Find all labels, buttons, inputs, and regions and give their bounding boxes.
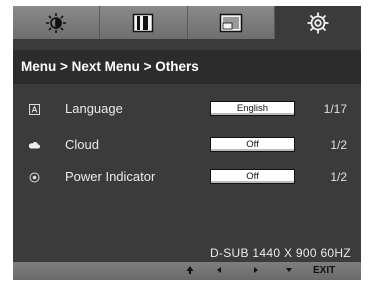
gear-icon: [307, 12, 329, 33]
breadcrumb: Menu > Next Menu > Others: [21, 59, 199, 74]
setting-value[interactable]: English: [210, 101, 295, 116]
setting-row-language[interactable]: Language English 1/17: [13, 99, 361, 121]
navigation-bar: EXIT: [13, 262, 361, 280]
setting-count: 1/17: [323, 102, 347, 116]
picture-icon: [133, 13, 154, 32]
tab-brightness[interactable]: [13, 6, 101, 39]
cloud-icon: [28, 139, 40, 151]
tab-setup[interactable]: [274, 6, 361, 39]
brightness-icon: [46, 12, 67, 33]
down-arrow-icon[interactable]: [282, 265, 296, 277]
setting-row-cloud[interactable]: Cloud Off 1/2: [13, 135, 361, 157]
setting-count: 1/2: [330, 170, 347, 184]
setting-label: Cloud: [65, 137, 99, 152]
resolution-status: D-SUB 1440 X 900 60HZ: [209, 246, 351, 260]
tab-function[interactable]: [187, 6, 275, 39]
left-arrow-icon[interactable]: [212, 265, 226, 277]
power-indicator-icon: [28, 171, 40, 183]
language-icon: [28, 103, 40, 115]
input-status: D-SUB 1440 X 900 60HZ: [13, 244, 361, 262]
setting-value[interactable]: Off: [210, 137, 295, 152]
right-arrow-icon[interactable]: [249, 265, 263, 277]
window-icon: [219, 13, 242, 32]
up-arrow-icon[interactable]: [183, 265, 197, 277]
setting-value[interactable]: Off: [210, 169, 295, 184]
setting-label: Power Indicator: [65, 169, 156, 184]
setting-count: 1/2: [330, 138, 347, 152]
exit-button[interactable]: EXIT: [313, 265, 335, 276]
tab-bar: [13, 6, 361, 39]
tab-picture[interactable]: [100, 6, 188, 39]
setting-label: Language: [65, 101, 123, 116]
menu-title-bar: Menu > Next Menu > Others: [13, 50, 361, 84]
setting-row-power-indicator[interactable]: Power Indicator Off 1/2: [13, 167, 361, 189]
osd-menu-panel: Menu > Next Menu > Others Language Engli…: [13, 6, 361, 280]
